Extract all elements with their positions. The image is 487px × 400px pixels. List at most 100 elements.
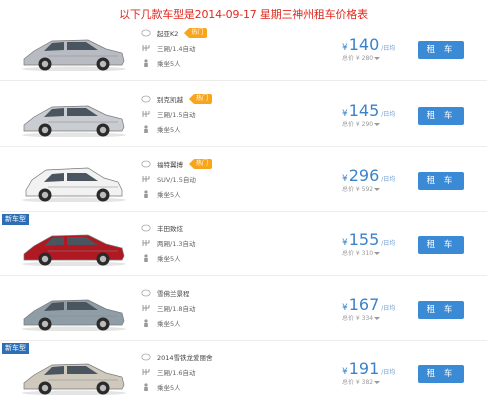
price-block: ¥145/日均 总价 ¥ 290: [342, 101, 417, 128]
price-block: ¥140/日均 总价 ¥ 280: [342, 35, 417, 62]
seat-icon: [141, 124, 151, 134]
price-unit: /日均: [381, 176, 396, 183]
hot-tag-label: 热门: [196, 159, 209, 167]
car-info: 起亚K2 热门 三厢/1.4自动 乘坐5人: [141, 25, 291, 70]
brand-logo-icon: [141, 352, 151, 362]
car-spec: 三厢/1.4自动: [157, 44, 196, 53]
price-block: ¥296/日均 总价 ¥ 592: [342, 166, 417, 193]
car-seats: 乘坐5人: [157, 319, 181, 328]
total-price[interactable]: 总价 ¥ 310: [342, 248, 417, 257]
yen-symbol: ¥: [342, 238, 348, 248]
car-image[interactable]: [18, 95, 130, 138]
transmission-icon: [141, 43, 151, 53]
car-image[interactable]: [18, 353, 130, 396]
car-info: 雪佛兰景程 三厢/1.8自动 乘坐5人: [141, 285, 291, 330]
brand-logo-icon: [141, 159, 151, 169]
chevron-down-icon: [374, 188, 381, 191]
seat-icon: [141, 318, 151, 328]
total-price-label: 总价 ¥ 592: [342, 186, 374, 193]
price-unit: /日均: [381, 240, 396, 247]
price-unit: /日均: [381, 369, 396, 376]
hot-tag-label: 热门: [191, 28, 204, 36]
price-unit: /日均: [381, 305, 396, 312]
transmission-icon: [141, 109, 151, 119]
car-row: 福特翼搏 热门 SUV/1.5自动 乘坐5人 ¥296/日均 总价 ¥ 592 …: [0, 150, 487, 212]
transmission-icon: [141, 367, 151, 377]
daily-price: 140: [348, 35, 380, 54]
car-image[interactable]: [18, 29, 130, 72]
total-price[interactable]: 总价 ¥ 382: [342, 377, 417, 386]
hot-tag: 热门: [188, 158, 213, 169]
yen-symbol: ¥: [342, 303, 348, 313]
daily-price: 145: [348, 101, 380, 120]
transmission-icon: [141, 174, 151, 184]
seat-icon: [141, 253, 151, 263]
total-price[interactable]: 总价 ¥ 592: [342, 184, 417, 193]
seat-icon: [141, 189, 151, 199]
price-block: ¥167/日均 总价 ¥ 334: [342, 295, 417, 322]
car-row: 别克凯越 热门 三厢/1.5自动 乘坐5人 ¥145/日均 总价 ¥ 290 租…: [0, 85, 487, 147]
chevron-down-icon: [374, 381, 381, 384]
hot-tag-label: 热门: [196, 94, 209, 102]
transmission-icon: [141, 238, 151, 248]
daily-price: 296: [348, 166, 380, 185]
yen-symbol: ¥: [342, 43, 348, 53]
car-seats: 乘坐5人: [157, 59, 181, 68]
rent-button[interactable]: 租 车: [418, 172, 464, 190]
car-spec: 三厢/1.6自动: [157, 368, 196, 377]
brand-logo-icon: [141, 94, 151, 104]
car-name[interactable]: 福特翼搏: [157, 159, 183, 169]
car-info: 福特翼搏 热门 SUV/1.5自动 乘坐5人: [141, 156, 291, 201]
car-image[interactable]: [18, 224, 130, 267]
price-block: ¥191/日均 总价 ¥ 382: [342, 359, 417, 386]
car-seats: 乘坐5人: [157, 125, 181, 134]
chevron-down-icon: [374, 317, 381, 320]
car-seats: 乘坐5人: [157, 190, 181, 199]
car-info: 别克凯越 热门 三厢/1.5自动 乘坐5人: [141, 91, 291, 136]
car-spec: 三厢/1.8自动: [157, 304, 196, 313]
rent-button[interactable]: 租 车: [418, 301, 464, 319]
car-image[interactable]: [18, 160, 130, 203]
rent-button[interactable]: 租 车: [418, 107, 464, 125]
transmission-icon: [141, 303, 151, 313]
chevron-down-icon: [374, 123, 381, 126]
total-price-label: 总价 ¥ 310: [342, 250, 374, 257]
car-spec: 两厢/1.3自动: [157, 239, 196, 248]
car-name[interactable]: 起亚K2: [157, 28, 178, 38]
total-price-label: 总价 ¥ 280: [342, 55, 374, 62]
car-name[interactable]: 别克凯越: [157, 94, 183, 104]
total-price-label: 总价 ¥ 334: [342, 315, 374, 322]
price-unit: /日均: [381, 45, 396, 52]
hot-tag: 热门: [188, 93, 213, 104]
daily-price: 167: [348, 295, 380, 314]
hot-tag: 热门: [184, 27, 208, 38]
total-price[interactable]: 总价 ¥ 334: [342, 313, 417, 322]
car-row: 起亚K2 热门 三厢/1.4自动 乘坐5人 ¥140/日均 总价 ¥ 280 租…: [0, 19, 487, 81]
total-price[interactable]: 总价 ¥ 280: [342, 53, 417, 62]
car-seats: 乘坐5人: [157, 254, 181, 263]
car-name[interactable]: 2014雪铁龙爱丽舍: [157, 352, 213, 362]
car-name[interactable]: 丰田致炫: [157, 223, 183, 233]
car-row: 新车型 2014雪铁龙爱丽舍 三厢/1.6自动 乘坐5人 ¥191/日均 总价 …: [0, 343, 487, 400]
seat-icon: [141, 382, 151, 392]
daily-price: 155: [348, 230, 380, 249]
daily-price: 191: [348, 359, 380, 378]
car-info: 2014雪铁龙爱丽舍 三厢/1.6自动 乘坐5人: [141, 349, 291, 394]
price-unit: /日均: [381, 111, 396, 118]
car-image[interactable]: [18, 289, 130, 332]
rent-button[interactable]: 租 车: [418, 365, 464, 383]
brand-logo-icon: [141, 28, 151, 38]
car-name[interactable]: 雪佛兰景程: [157, 288, 190, 298]
car-row: 新车型 丰田致炫 两厢/1.3自动 乘坐5人 ¥155/日均 总价 ¥ 310 …: [0, 214, 487, 276]
yen-symbol: ¥: [342, 367, 348, 377]
chevron-down-icon: [374, 252, 381, 255]
chevron-down-icon: [374, 57, 381, 60]
rent-button[interactable]: 租 车: [418, 41, 464, 59]
car-seats: 乘坐5人: [157, 383, 181, 392]
rent-button[interactable]: 租 车: [418, 236, 464, 254]
total-price[interactable]: 总价 ¥ 290: [342, 119, 417, 128]
brand-logo-icon: [141, 223, 151, 233]
total-price-label: 总价 ¥ 382: [342, 379, 374, 386]
brand-logo-icon: [141, 288, 151, 298]
total-price-label: 总价 ¥ 290: [342, 121, 374, 128]
